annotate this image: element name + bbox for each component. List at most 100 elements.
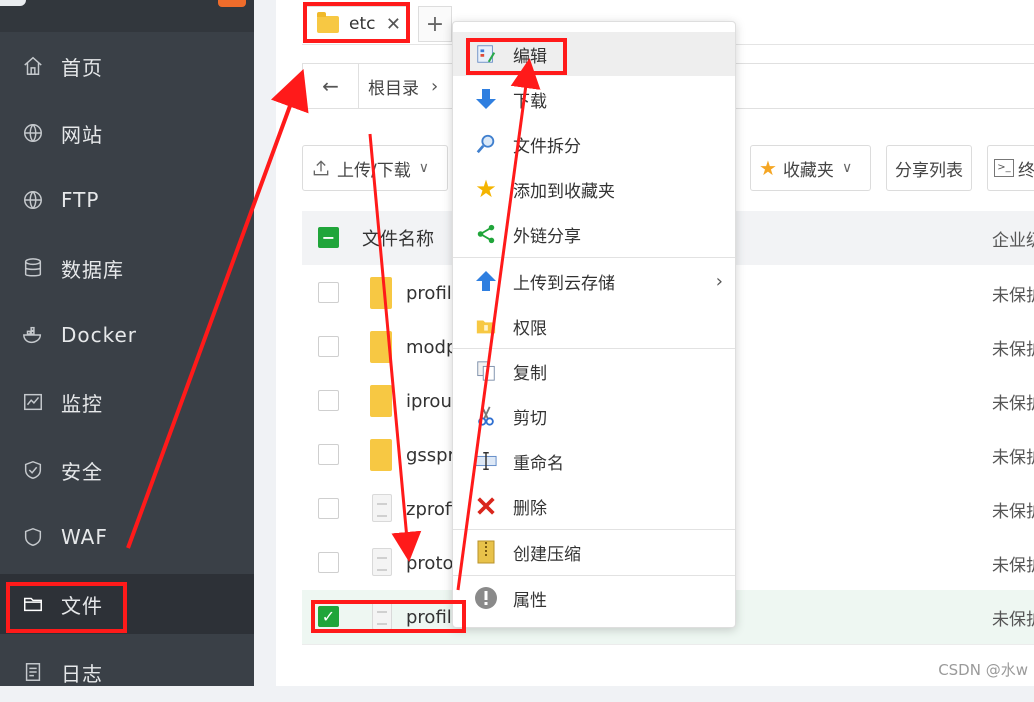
sidebar-item-label: FTP xyxy=(61,188,100,212)
menu-item-label: 属性 xyxy=(513,590,547,611)
sidebar-item-docker[interactable]: Docker xyxy=(0,305,254,365)
terminal-label: 终 xyxy=(1018,160,1034,181)
menu-item-copy[interactable]: 复制 xyxy=(453,349,735,393)
folder-icon xyxy=(370,277,392,309)
menu-item-upload-cloud[interactable]: 上传到云存储 › xyxy=(453,259,735,303)
terminal-icon: >_ xyxy=(994,159,1014,177)
star-icon: ★ xyxy=(759,156,777,180)
menu-item-label: 复制 xyxy=(513,363,547,384)
annotation-box-edit xyxy=(466,38,567,75)
sidebar-header xyxy=(0,0,254,32)
folder-icon xyxy=(370,439,392,471)
menu-item-properties[interactable]: 属性 xyxy=(453,576,735,620)
context-menu: 编辑 下载 文件拆分 ★ 添加到收藏夹 外链分享 上传到云存储 › 权限 复制 … xyxy=(452,21,736,628)
terminal-button[interactable]: >_ 终 xyxy=(987,145,1034,191)
share-list-label: 分享列表 xyxy=(895,160,963,181)
sidebar-item-home[interactable]: 首页 xyxy=(0,36,254,96)
select-all-checkbox[interactable]: − xyxy=(318,227,339,248)
row-checkbox[interactable] xyxy=(318,336,339,357)
sidebar-item-database[interactable]: 数据库 xyxy=(0,238,254,298)
annotation-box-tab xyxy=(303,2,410,43)
menu-item-download[interactable]: 下载 xyxy=(453,77,735,121)
upload-download-button[interactable]: 上传/下载 ∨ xyxy=(302,145,448,191)
row-checkbox[interactable] xyxy=(318,444,339,465)
globe-icon xyxy=(22,122,44,144)
menu-item-label: 添加到收藏夹 xyxy=(513,181,615,202)
add-tab-button[interactable]: + xyxy=(418,6,452,42)
menu-item-rename[interactable]: 重命名 xyxy=(453,439,735,483)
magnifier-icon xyxy=(473,131,499,157)
sidebar-item-label: WAF xyxy=(61,525,108,549)
menu-item-label: 剪切 xyxy=(513,408,547,429)
protect-status: 未保护 xyxy=(992,555,1034,576)
sidebar-item-ftp[interactable]: FTP xyxy=(0,170,254,230)
menu-divider xyxy=(453,257,735,258)
shield-icon xyxy=(22,459,44,481)
menu-item-split[interactable]: 文件拆分 xyxy=(453,122,735,166)
row-checkbox[interactable] xyxy=(318,390,339,411)
file-icon xyxy=(372,548,392,576)
share-list-button[interactable]: 分享列表 xyxy=(886,145,972,191)
menu-item-delete[interactable]: 删除 xyxy=(453,484,735,528)
menu-item-label: 下载 xyxy=(513,91,547,112)
menu-item-compress[interactable]: 创建压缩 xyxy=(453,530,735,574)
download-arrow-icon xyxy=(473,86,499,112)
copy-icon xyxy=(473,358,499,384)
upload-download-label: 上传/下载 xyxy=(337,160,411,181)
protect-status: 未保护 xyxy=(992,393,1034,414)
file-icon xyxy=(372,494,392,522)
row-checkbox[interactable] xyxy=(318,282,339,303)
sidebar-item-security[interactable]: 安全 xyxy=(0,440,254,500)
row-checkbox[interactable] xyxy=(318,498,339,519)
database-icon xyxy=(22,257,44,279)
rename-icon xyxy=(473,448,499,474)
row-checkbox[interactable] xyxy=(318,552,339,573)
sidebar-item-waf[interactable]: WAF xyxy=(0,507,254,567)
back-button[interactable]: ← xyxy=(303,64,359,108)
menu-item-label: 上传到云存储 xyxy=(513,273,615,294)
star-icon: ★ xyxy=(475,175,497,203)
sidebar-item-label: 安全 xyxy=(61,459,103,484)
menu-item-permission[interactable]: 权限 xyxy=(453,304,735,348)
delete-x-icon xyxy=(473,493,499,519)
sidebar-item-monitor[interactable]: 监控 xyxy=(0,372,254,432)
column-header-protect: 企业级防篡改 xyxy=(992,230,1034,251)
sidebar-item-label: 监控 xyxy=(61,391,103,416)
sidebar-item-label: 网站 xyxy=(61,122,103,147)
waf-shield-icon xyxy=(22,526,44,548)
scissors-icon xyxy=(473,403,499,429)
column-header-name[interactable]: 文件名称 xyxy=(362,211,434,265)
protect-status: 未保护 xyxy=(992,339,1034,360)
upload-arrow-icon xyxy=(473,268,499,294)
menu-item-cut[interactable]: 剪切 xyxy=(453,394,735,438)
annotation-box-files xyxy=(6,582,127,633)
annotation-box-selected-file xyxy=(311,600,466,633)
sidebar-item-logs[interactable]: 日志 xyxy=(0,642,254,702)
menu-item-label: 重命名 xyxy=(513,453,564,474)
logo xyxy=(0,0,26,6)
folder-icon xyxy=(370,385,392,417)
menu-item-add-favorite[interactable]: ★ 添加到收藏夹 xyxy=(453,167,735,211)
favorites-label: 收藏夹 xyxy=(782,160,834,181)
docker-icon xyxy=(22,324,44,346)
sidebar-item-label: 数据库 xyxy=(61,257,124,282)
zip-icon xyxy=(473,539,499,565)
permission-folder-icon xyxy=(473,313,499,339)
folder-icon xyxy=(370,331,392,363)
favorites-button[interactable]: ★ 收藏夹 ∨ xyxy=(750,145,871,191)
chevron-right-icon: › xyxy=(431,75,439,97)
menu-item-label: 创建压缩 xyxy=(513,544,581,565)
menu-item-share-link[interactable]: 外链分享 xyxy=(453,212,735,256)
sidebar-item-website[interactable]: 网站 xyxy=(0,103,254,163)
protect-status: 未保护 xyxy=(992,501,1034,522)
breadcrumb-root[interactable]: 根目录 xyxy=(368,74,419,99)
home-icon xyxy=(22,55,44,77)
menu-item-label: 权限 xyxy=(513,318,547,339)
protect-status: 未保护 xyxy=(992,285,1034,306)
chevron-down-icon: ∨ xyxy=(841,160,853,176)
breadcrumb[interactable]: 根目录 › xyxy=(368,64,438,108)
protect-status: 未保护 xyxy=(992,447,1034,468)
notification-badge[interactable] xyxy=(218,0,246,7)
ftp-globe-icon xyxy=(22,189,44,211)
share-icon xyxy=(473,221,499,247)
